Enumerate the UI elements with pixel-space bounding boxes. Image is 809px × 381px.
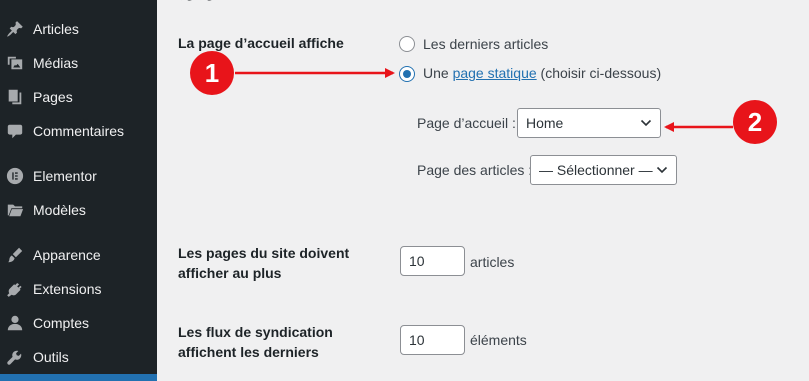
annotation-badge-2: 2 bbox=[733, 100, 777, 144]
annotation-badge-1: 1 bbox=[190, 51, 234, 95]
annotation-arrows bbox=[235, 68, 733, 132]
